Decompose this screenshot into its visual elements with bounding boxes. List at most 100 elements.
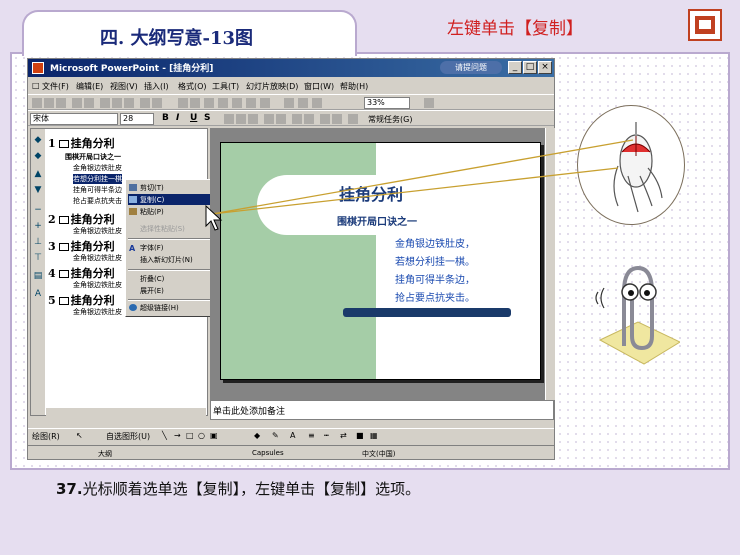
menu-item-paste[interactable]: 粘贴(P) xyxy=(140,207,164,217)
font-color-icon[interactable]: A xyxy=(290,431,295,440)
align-right-icon[interactable] xyxy=(248,114,258,124)
move-up-icon[interactable]: ▲ xyxy=(33,169,43,179)
menu-item-new-slide[interactable]: 插入新幻灯片(N) xyxy=(140,255,193,265)
copy-icon[interactable] xyxy=(112,98,122,108)
show-formatting-icon[interactable]: A xyxy=(33,289,43,299)
maximize-button[interactable]: □ xyxy=(523,61,537,74)
chart-icon[interactable] xyxy=(178,98,188,108)
outline-line[interactable]: 金角银边铁肚皮 xyxy=(73,280,122,290)
shadow-button[interactable]: S xyxy=(204,113,210,123)
menu-item-copy[interactable]: 复制(C) xyxy=(140,195,164,205)
slide-body-line[interactable]: 抢占要点抗夹击。 xyxy=(395,289,475,304)
collapse-icon[interactable]: − xyxy=(33,205,43,215)
promote-arrow-icon[interactable]: ◆ xyxy=(33,135,43,145)
outline-line-selected[interactable]: 若想分利挂一棋 xyxy=(73,174,122,184)
oval-icon[interactable]: ○ xyxy=(198,431,205,440)
close-button[interactable]: × xyxy=(538,61,552,74)
demote-icon[interactable] xyxy=(332,114,342,124)
font-size-select[interactable]: 28 xyxy=(120,113,154,125)
menu-format[interactable]: 格式(O) xyxy=(178,81,207,92)
outline-slide-5[interactable]: 5 挂角分利 xyxy=(48,292,115,308)
outline-line[interactable]: 金角银边铁肚皮 xyxy=(73,163,122,173)
grid-icon[interactable] xyxy=(218,98,228,108)
undo-icon[interactable] xyxy=(140,98,150,108)
summary-slide-icon[interactable]: ▤ xyxy=(33,271,43,281)
save-icon[interactable] xyxy=(56,98,66,108)
demote-arrow-icon[interactable]: ◆ xyxy=(33,151,43,161)
format-painter-icon[interactable] xyxy=(260,98,270,108)
slide-body-line[interactable]: 挂角可得半条边， xyxy=(395,271,475,286)
zoom-select[interactable]: 33% xyxy=(364,97,410,109)
slide-title[interactable]: 挂角分利 xyxy=(339,181,403,205)
fill-color-icon[interactable]: ◆ xyxy=(254,431,260,440)
menu-item-hyperlink[interactable]: 超级链接(H) xyxy=(140,303,179,313)
line-color-icon[interactable]: ✎ xyxy=(272,431,279,440)
select-arrow-icon[interactable]: ↖ xyxy=(76,431,83,440)
italic-button[interactable]: I xyxy=(176,113,179,123)
menu-item-paste-special[interactable]: 选择性粘贴(S) xyxy=(140,224,185,234)
picture-icon[interactable] xyxy=(204,98,214,108)
slide-body-line[interactable]: 若想分利挂一棋。 xyxy=(395,253,475,268)
help-icon[interactable] xyxy=(424,98,434,108)
expand-icon[interactable]: + xyxy=(33,221,43,231)
preview-icon[interactable] xyxy=(84,98,94,108)
textbox-icon[interactable]: ▣ xyxy=(210,431,218,440)
outline-scrollbar[interactable] xyxy=(46,408,206,416)
bold-button[interactable]: B xyxy=(162,113,169,123)
outline-slide-4[interactable]: 4 挂角分利 xyxy=(48,265,115,281)
shadow-icon[interactable]: ■ xyxy=(356,431,364,440)
table-insert-icon[interactable] xyxy=(312,98,322,108)
slide-canvas[interactable]: 挂角分利 围棋开局口诀之一 金角银边铁肚皮， 若想分利挂一棋。 挂角可得半条边，… xyxy=(220,142,541,380)
line-icon[interactable]: ╲ xyxy=(162,431,167,440)
outline-slide-1[interactable]: 1 挂角分利 xyxy=(48,135,115,151)
font-name-select[interactable]: 宋体 xyxy=(30,113,118,125)
menu-item-collapse[interactable]: 折叠(C) xyxy=(140,274,164,284)
slide-subtitle[interactable]: 围棋开局口诀之一 xyxy=(337,213,417,228)
expand-icon[interactable] xyxy=(246,98,256,108)
arrow-icon[interactable]: → xyxy=(174,431,181,440)
slide-body-line[interactable]: 金角银边铁肚皮， xyxy=(395,235,475,250)
slide-vertical-scrollbar[interactable] xyxy=(545,128,555,400)
minimize-button[interactable]: _ xyxy=(508,61,522,74)
3d-icon[interactable]: ▦ xyxy=(370,431,378,440)
menu-item-cut[interactable]: 剪切(T) xyxy=(140,183,164,193)
align-center-icon[interactable] xyxy=(236,114,246,124)
outline-line[interactable]: 金角银边铁肚皮 xyxy=(73,253,122,263)
menu-help[interactable]: 帮助(H) xyxy=(340,81,368,92)
move-down-icon[interactable]: ▼ xyxy=(33,185,43,195)
menu-insert[interactable]: 插入(I) xyxy=(144,81,169,92)
outline-line[interactable]: 金角银边铁肚皮 xyxy=(73,226,122,236)
decrease-font-icon[interactable] xyxy=(304,114,314,124)
autoshapes-menu[interactable]: 自选图形(U) xyxy=(106,431,150,442)
increase-font-icon[interactable] xyxy=(292,114,302,124)
expand-all-icon[interactable]: ⊤ xyxy=(33,253,43,263)
menu-file[interactable]: 文件(F) xyxy=(42,81,69,92)
underline-button[interactable]: U xyxy=(190,113,197,123)
outline-line[interactable]: 挂角可得半条边 xyxy=(73,185,122,195)
menu-window[interactable]: 窗口(W) xyxy=(304,81,334,92)
menu-edit[interactable]: 编辑(E) xyxy=(76,81,103,92)
help-search-box[interactable]: 请提问题 xyxy=(440,61,502,74)
paste-icon[interactable] xyxy=(124,98,134,108)
numbering-icon[interactable] xyxy=(264,114,274,124)
align-left-icon[interactable] xyxy=(224,114,234,124)
rectangle-icon[interactable]: □ xyxy=(186,431,194,440)
outline-slide-3[interactable]: 3 挂角分利 xyxy=(48,238,115,254)
promote-icon[interactable] xyxy=(320,114,330,124)
task-pane-button[interactable]: 常规任务(G) xyxy=(368,114,412,125)
draw-menu[interactable]: 绘图(R) xyxy=(32,431,60,442)
cut-icon[interactable] xyxy=(100,98,110,108)
line-style-icon[interactable]: ≡ xyxy=(308,431,315,440)
outline-line[interactable]: 金角银边铁肚皮 xyxy=(73,307,122,317)
outline-slide-2[interactable]: 2 挂角分利 xyxy=(48,211,115,227)
redo-icon[interactable] xyxy=(152,98,162,108)
menu-tools[interactable]: 工具(T) xyxy=(212,81,239,92)
dash-style-icon[interactable]: ┅ xyxy=(324,431,329,440)
menu-item-font[interactable]: 字体(F) xyxy=(140,243,164,253)
show-formatting-icon[interactable] xyxy=(284,98,294,108)
table-icon[interactable] xyxy=(190,98,200,108)
outline-subtitle[interactable]: 围棋开局口诀之一 xyxy=(65,152,121,162)
color-icon[interactable] xyxy=(232,98,242,108)
outline-line[interactable]: 抢占要点抗夹击 xyxy=(73,196,122,206)
open-icon[interactable] xyxy=(44,98,54,108)
